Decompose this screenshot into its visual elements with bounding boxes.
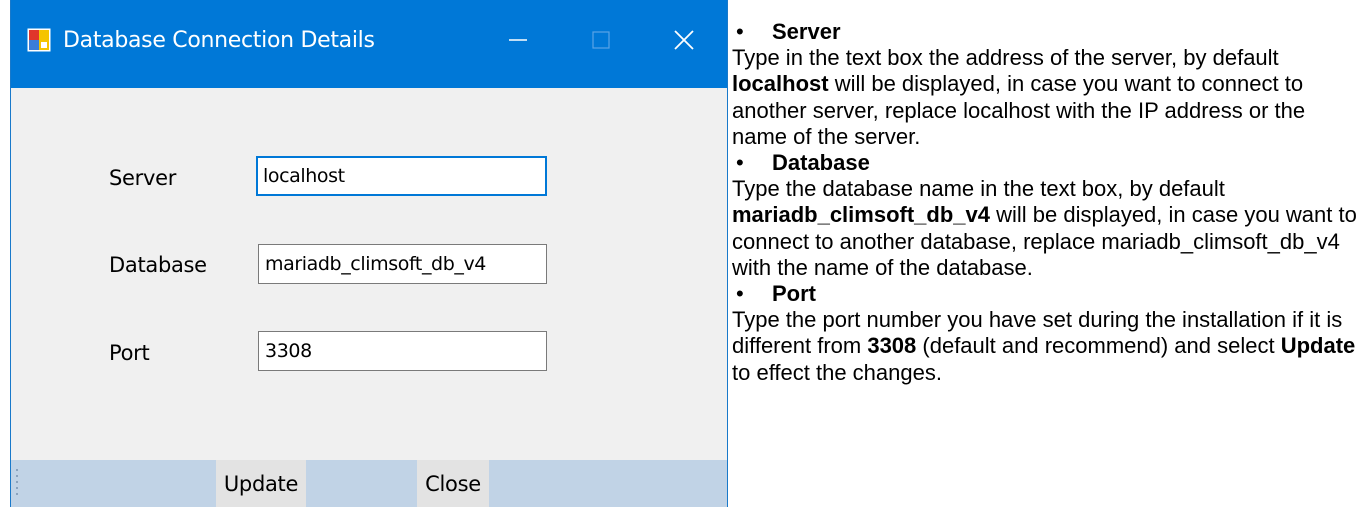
toolbar: Update Close — [11, 460, 727, 507]
bullet-icon: • — [736, 150, 744, 176]
maximize-icon — [592, 31, 610, 49]
minimize-button[interactable] — [478, 0, 558, 80]
minimize-icon — [509, 39, 527, 41]
port-label: Port — [109, 341, 150, 365]
help-server-item: • Server — [732, 19, 1362, 45]
server-input[interactable] — [256, 156, 547, 196]
window-title: Database Connection Details — [63, 28, 375, 53]
title-bar[interactable]: Database Connection Details — [11, 0, 727, 88]
close-icon — [674, 30, 694, 50]
database-label: Database — [109, 253, 207, 277]
close-button[interactable]: Close — [417, 460, 489, 507]
toolbar-grip[interactable] — [14, 469, 20, 499]
server-label: Server — [109, 166, 177, 190]
bullet-icon: • — [736, 19, 744, 44]
help-port-item: • Port — [732, 281, 1362, 307]
help-server-heading: Server — [772, 19, 841, 44]
database-connection-window: Database Connection Details Server Datab… — [10, 0, 728, 507]
help-database-heading: Database — [772, 150, 870, 176]
maximize-button[interactable] — [561, 0, 641, 80]
port-input[interactable] — [258, 331, 547, 371]
app-icon — [27, 28, 51, 52]
close-window-button[interactable] — [644, 0, 724, 80]
help-text: • Server Type in the text box the addres… — [732, 0, 1362, 386]
update-button[interactable]: Update — [216, 460, 306, 507]
bullet-icon: • — [736, 281, 744, 307]
help-database-item: • Database — [732, 150, 1362, 176]
help-database-text: Type the database name in the text box, … — [732, 176, 1357, 280]
help-port-text: Type the port number you have set during… — [732, 307, 1356, 385]
help-port-heading: Port — [772, 281, 816, 307]
help-server-text: Type in the text box the address of the … — [732, 45, 1306, 149]
database-input[interactable] — [258, 244, 547, 284]
